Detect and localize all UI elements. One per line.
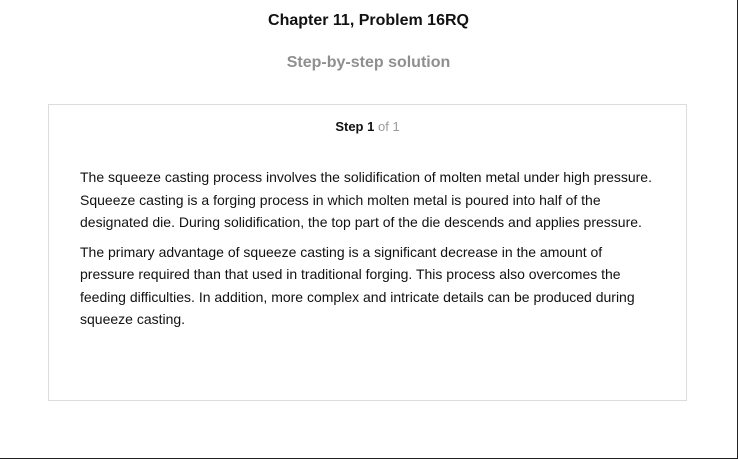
step-number: 1 (367, 119, 375, 134)
page-subtitle: Step-by-step solution (286, 54, 451, 71)
step-header: Step 1 of 1 (49, 119, 686, 134)
page-title: Chapter 11, Problem 16RQ (268, 12, 469, 29)
solution-paragraph: The primary advantage of squeeze casting… (80, 243, 635, 328)
step-total: of 1 (377, 119, 400, 134)
solution-paragraph: The squeeze casting process involves the… (80, 169, 652, 230)
step-card: Step 1 of 1 The squeeze casting process … (48, 104, 687, 401)
solution-content: The squeeze casting process involves the… (80, 166, 660, 338)
solution-page: Chapter 11, Problem 16RQ Step-by-step so… (0, 0, 738, 459)
step-label: Step (335, 119, 364, 134)
